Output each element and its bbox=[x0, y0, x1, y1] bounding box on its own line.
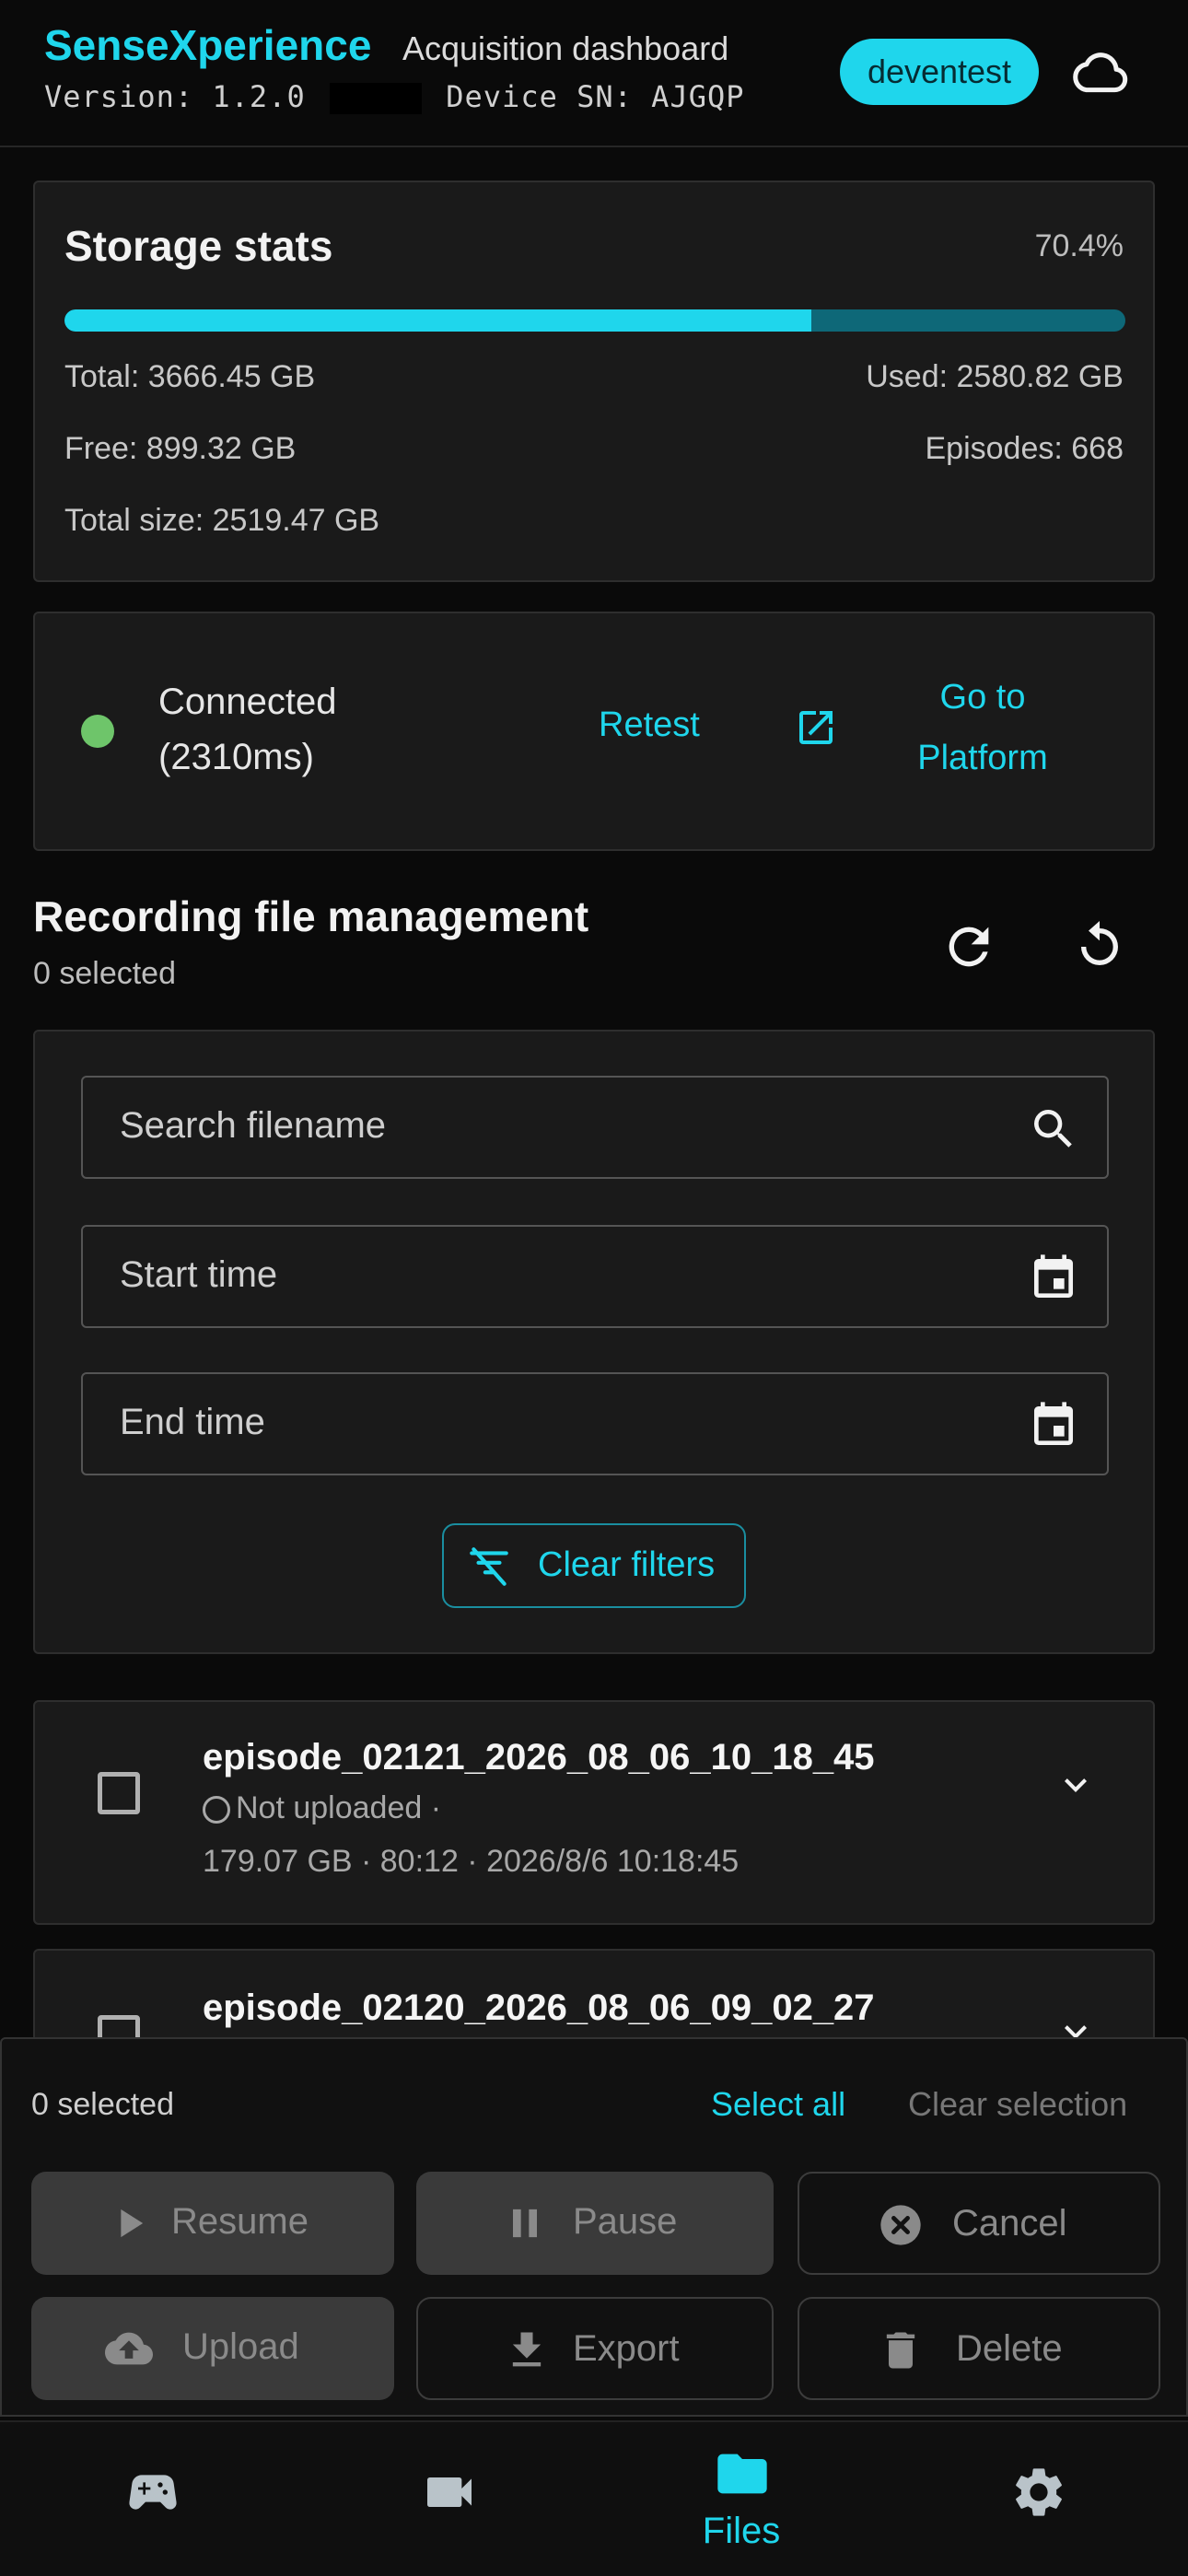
connection-latency: (2310ms) bbox=[158, 737, 314, 777]
brand-title: SenseXperience bbox=[44, 21, 372, 69]
version-info: Version: 1.2.0 Device SN: AJGQP bbox=[44, 79, 745, 114]
action-selected-count: 0 selected bbox=[31, 2087, 174, 2122]
storage-episodes: Episodes: 668 bbox=[925, 431, 1124, 466]
folder-icon bbox=[717, 2454, 767, 2494]
clear-filters-label: Clear filters bbox=[538, 1545, 716, 1584]
connection-status-text: Connected bbox=[158, 682, 337, 722]
file-management-title: Recording file management bbox=[33, 892, 589, 940]
storage-total-size: Total size: 2519.47 GB bbox=[64, 503, 380, 538]
export-button[interactable]: Export bbox=[416, 2297, 774, 2400]
clear-selection-button[interactable]: Clear selection bbox=[908, 2085, 1127, 2124]
episode-name: episode_02120_2026_08_06_09_02_27 bbox=[203, 1987, 875, 2028]
pause-button[interactable]: Pause bbox=[416, 2172, 774, 2275]
go-to-platform-link[interactable]: Go to Platform bbox=[897, 667, 1068, 788]
user-badge[interactable]: deventest bbox=[840, 39, 1039, 105]
play-icon bbox=[121, 2209, 144, 2238]
storage-percent: 70.4% bbox=[1034, 228, 1124, 263]
delete-button[interactable]: Delete bbox=[798, 2297, 1160, 2400]
episode-card[interactable]: episode_02121_2026_08_06_10_18_45 Not up… bbox=[33, 1700, 1155, 1925]
chevron-down-icon[interactable] bbox=[1054, 1763, 1098, 1807]
calendar-icon[interactable] bbox=[1028, 1253, 1079, 1304]
pause-icon bbox=[513, 2209, 537, 2238]
start-time-field[interactable]: Start time bbox=[81, 1225, 1109, 1328]
nav-item-controller[interactable] bbox=[4, 2422, 300, 2576]
go-to-platform-line1: Go to bbox=[939, 678, 1026, 717]
redacted-block bbox=[329, 83, 422, 114]
upload-label: Upload bbox=[182, 2326, 299, 2367]
app-subtitle: Acquisition dashboard bbox=[402, 29, 729, 67]
retest-button[interactable]: Retest bbox=[599, 705, 700, 745]
connection-card: Connected (2310ms) Retest Go to Platform bbox=[33, 612, 1155, 851]
upload-button[interactable]: Upload bbox=[31, 2297, 394, 2400]
episode-name: episode_02121_2026_08_06_10_18_45 bbox=[203, 1737, 875, 1778]
gamepad-icon bbox=[129, 2475, 177, 2510]
cancel-button[interactable]: Cancel bbox=[798, 2172, 1160, 2275]
delete-label: Delete bbox=[956, 2328, 1063, 2369]
device-sn-label: Device SN: AJGQP bbox=[446, 79, 745, 114]
video-camera-icon bbox=[427, 2477, 472, 2507]
version-label: Version: 1.2.0 bbox=[44, 79, 306, 114]
episode-meta: 179.07 GB · 80:12 · 2026/8/6 10:18:45 bbox=[203, 1844, 740, 1879]
episode-status-text: Not uploaded · bbox=[236, 1790, 442, 1825]
storage-progress-bar bbox=[64, 309, 1125, 332]
go-to-platform-line2: Platform bbox=[917, 739, 1048, 777]
not-uploaded-icon bbox=[203, 1796, 230, 1824]
storage-used: Used: 2580.82 GB bbox=[866, 359, 1124, 394]
pause-label: Pause bbox=[573, 2201, 678, 2242]
storage-total: Total: 3666.45 GB bbox=[64, 359, 316, 394]
storage-free: Free: 899.32 GB bbox=[64, 431, 297, 466]
start-time-placeholder: Start time bbox=[120, 1254, 278, 1295]
end-time-field[interactable]: End time bbox=[81, 1372, 1109, 1475]
download-icon bbox=[512, 2332, 542, 2367]
trash-icon bbox=[886, 2332, 915, 2369]
reset-icon[interactable] bbox=[1070, 917, 1129, 976]
storage-title: Storage stats bbox=[64, 222, 333, 270]
cancel-label: Cancel bbox=[952, 2203, 1067, 2244]
resume-label: Resume bbox=[171, 2201, 309, 2242]
selected-count: 0 selected bbox=[33, 956, 176, 991]
cloud-icon[interactable] bbox=[1068, 46, 1133, 98]
episode-checkbox[interactable] bbox=[98, 1772, 140, 1814]
select-all-button[interactable]: Select all bbox=[711, 2085, 845, 2124]
cloud-upload-icon bbox=[105, 2332, 153, 2365]
bottom-nav: Files bbox=[0, 2420, 1188, 2576]
nav-item-settings[interactable] bbox=[890, 2422, 1186, 2576]
clear-filters-button[interactable]: Clear filters bbox=[442, 1523, 746, 1608]
export-label: Export bbox=[573, 2328, 680, 2369]
filter-off-icon bbox=[470, 1547, 508, 1586]
search-placeholder: Search filename bbox=[120, 1105, 387, 1146]
refresh-icon[interactable] bbox=[939, 917, 998, 976]
end-time-placeholder: End time bbox=[120, 1402, 265, 1442]
search-input[interactable]: Search filename bbox=[81, 1076, 1109, 1179]
nav-item-files[interactable]: Files bbox=[593, 2422, 890, 2576]
external-link-icon[interactable] bbox=[794, 705, 838, 750]
filters-card: Search filename Start time End time Clea… bbox=[33, 1030, 1155, 1654]
search-icon bbox=[1034, 1110, 1072, 1148]
bulk-action-sheet: 0 selected Select all Clear selection Re… bbox=[0, 2037, 1188, 2417]
resume-button[interactable]: Resume bbox=[31, 2172, 394, 2275]
gear-icon bbox=[1016, 2468, 1062, 2516]
nav-files-label: Files bbox=[702, 2511, 781, 2551]
storage-progress-fill bbox=[64, 309, 811, 332]
connection-status-dot bbox=[81, 715, 114, 748]
connection-status: Connected (2310ms) bbox=[158, 674, 398, 785]
episode-status: Not uploaded · bbox=[203, 1790, 441, 1826]
app-header: SenseXperience Acquisition dashboard Ver… bbox=[0, 0, 1188, 147]
cancel-circle-icon bbox=[880, 2205, 921, 2245]
storage-stats-card: Storage stats 70.4% Total: 3666.45 GB Us… bbox=[33, 181, 1155, 582]
nav-item-camera[interactable] bbox=[300, 2422, 597, 2576]
calendar-icon[interactable] bbox=[1028, 1400, 1079, 1451]
